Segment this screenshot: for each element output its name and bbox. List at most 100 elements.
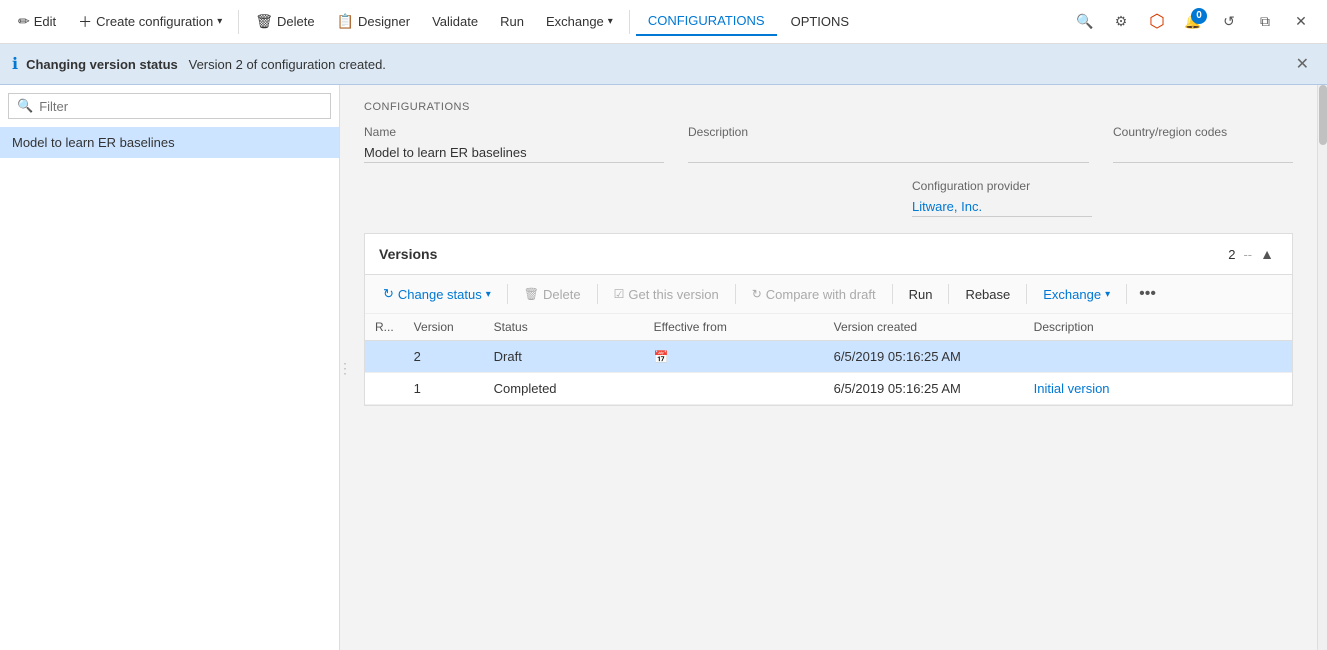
sep7 — [1126, 284, 1127, 304]
drag-handle[interactable]: ⋮ — [336, 357, 354, 379]
table-row[interactable]: 2 Draft 📅 6/5/2019 05:16:25 AM — [365, 341, 1292, 373]
versions-title: Versions — [379, 246, 1228, 262]
cell-r — [365, 341, 404, 373]
chevron-up-icon: ▲ — [1260, 246, 1274, 262]
get-this-version-button[interactable]: ☑ Get this version — [604, 282, 729, 307]
versions-table: R... Version Status Effective from Versi… — [365, 314, 1292, 405]
ellipsis-icon: ••• — [1139, 285, 1156, 302]
sep2 — [597, 284, 598, 304]
col-header-description: Description — [1024, 314, 1292, 341]
tab-options[interactable]: OPTIONS — [779, 8, 862, 35]
col-header-status: Status — [484, 314, 644, 341]
country-field: Country/region codes — [1113, 125, 1293, 163]
section-label: CONFIGURATIONS — [364, 101, 1293, 113]
sep3 — [735, 284, 736, 304]
create-configuration-button[interactable]: ＋ Create configuration ▾ — [68, 6, 232, 38]
versions-toolbar: ↻ Change status ▾ 🗑 Delete ☑ Get this ve… — [365, 275, 1292, 314]
run-button[interactable]: Run — [490, 8, 534, 35]
close-icon: ✕ — [1295, 13, 1307, 30]
plus-icon: ＋ — [78, 12, 92, 32]
content-area: CONFIGURATIONS Name Model to learn ER ba… — [340, 85, 1317, 650]
cell-status: Draft — [484, 341, 644, 373]
cell-description: Initial version — [1024, 373, 1292, 405]
sidebar-item-model[interactable]: Model to learn ER baselines — [0, 127, 339, 158]
compare-with-draft-button[interactable]: ↻ Compare with draft — [742, 282, 886, 307]
delete-icon: 🗑 — [255, 13, 273, 30]
change-status-button[interactable]: ↻ Change status ▾ — [373, 281, 501, 307]
delete-button[interactable]: 🗑 Delete — [245, 7, 324, 36]
close-button[interactable]: ✕ — [1283, 4, 1319, 40]
cell-created: 6/5/2019 05:16:25 AM — [824, 373, 1024, 405]
office-icon: ⬡ — [1149, 11, 1165, 32]
country-value — [1113, 143, 1293, 163]
compare-icon: ↻ — [752, 287, 762, 301]
description-value — [688, 143, 1089, 163]
exchange-button[interactable]: Exchange ▾ — [536, 8, 623, 35]
sep4 — [892, 284, 893, 304]
nav-buttons: 🔍 ⚙ ⬡ 🔔 0 ↺ ⧉ ✕ — [1067, 4, 1319, 40]
exchange-versions-button[interactable]: Exchange ▾ — [1033, 282, 1120, 307]
refresh-icon: ↺ — [1223, 13, 1235, 30]
notifications-button[interactable]: 🔔 0 — [1175, 4, 1211, 40]
cell-created: 6/5/2019 05:16:25 AM — [824, 341, 1024, 373]
chevron-down-icon: ▾ — [608, 16, 613, 27]
cell-version: 1 — [404, 373, 484, 405]
description-field: Description — [688, 125, 1089, 163]
configurations-section: CONFIGURATIONS Name Model to learn ER ba… — [340, 85, 1317, 217]
form-row-1: Name Model to learn ER baselines Descrip… — [364, 125, 1293, 163]
edit-icon: ✏ — [18, 13, 30, 30]
scrollbar[interactable] — [1317, 85, 1327, 650]
versions-panel: Versions 2 -- ▲ ↻ Change status ▾ 🗑 Dele… — [364, 233, 1293, 406]
refresh-icon: ↻ — [383, 286, 394, 302]
restore-icon: ⧉ — [1260, 13, 1270, 30]
search-input[interactable] — [39, 99, 322, 114]
name-field: Name Model to learn ER baselines — [364, 125, 664, 163]
cell-description — [1024, 341, 1292, 373]
validate-button[interactable]: Validate — [422, 8, 488, 35]
main-toolbar: ✏ Edit ＋ Create configuration ▾ 🗑 Delete… — [0, 0, 1327, 44]
sep6 — [1026, 284, 1027, 304]
cell-effective — [644, 373, 824, 405]
col-header-r: R... — [365, 314, 404, 341]
info-icon: ℹ — [12, 54, 18, 74]
search-button[interactable]: 🔍 — [1067, 4, 1103, 40]
more-options-button[interactable]: ••• — [1133, 283, 1162, 305]
provider-field: Configuration provider Litware, Inc. — [912, 179, 1092, 217]
notification-message: Changing version status Version 2 of con… — [26, 57, 386, 72]
rebase-button[interactable]: Rebase — [955, 282, 1020, 307]
gear-icon: ⚙ — [1115, 13, 1128, 30]
designer-icon: 📋 — [337, 13, 354, 30]
cell-version: 2 — [404, 341, 484, 373]
search-icon: 🔍 — [1076, 13, 1093, 30]
sidebar: 🔍 Model to learn ER baselines — [0, 85, 340, 650]
sep5 — [948, 284, 949, 304]
versions-header: Versions 2 -- ▲ — [365, 234, 1292, 275]
form-row-2: Configuration provider Litware, Inc. — [364, 179, 1293, 217]
chevron-down-icon: ▾ — [217, 16, 222, 27]
checkmark-icon: ☑ — [614, 287, 625, 301]
col-header-version: Version — [404, 314, 484, 341]
notification-close-button[interactable]: ✕ — [1290, 52, 1315, 76]
search-icon: 🔍 — [17, 98, 33, 114]
separator — [238, 10, 239, 34]
separator-2 — [629, 10, 630, 34]
settings-button[interactable]: ⚙ — [1103, 4, 1139, 40]
tab-configurations[interactable]: CONFIGURATIONS — [636, 7, 777, 36]
edit-button[interactable]: ✏ Edit — [8, 7, 66, 36]
table-row[interactable]: 1 Completed 6/5/2019 05:16:25 AM Initial… — [365, 373, 1292, 405]
versions-collapse-button[interactable]: ▲ — [1256, 244, 1278, 264]
provider-value[interactable]: Litware, Inc. — [912, 197, 1092, 217]
scrollbar-thumb[interactable] — [1319, 85, 1327, 145]
notification-bar: ℹ Changing version status Version 2 of c… — [0, 44, 1327, 85]
close-icon: ✕ — [1296, 56, 1309, 73]
chevron-down-icon: ▾ — [486, 289, 491, 300]
refresh-button[interactable]: ↺ — [1211, 4, 1247, 40]
calendar-icon[interactable]: 📅 — [654, 350, 669, 364]
designer-button[interactable]: 📋 Designer — [327, 7, 420, 36]
sep — [507, 284, 508, 304]
restore-button[interactable]: ⧉ — [1247, 4, 1283, 40]
versions-delete-button[interactable]: 🗑 Delete — [514, 282, 591, 307]
main-layout: 🔍 Model to learn ER baselines ⋮ CONFIGUR… — [0, 85, 1327, 650]
run-versions-button[interactable]: Run — [899, 282, 943, 307]
office-button[interactable]: ⬡ — [1139, 4, 1175, 40]
